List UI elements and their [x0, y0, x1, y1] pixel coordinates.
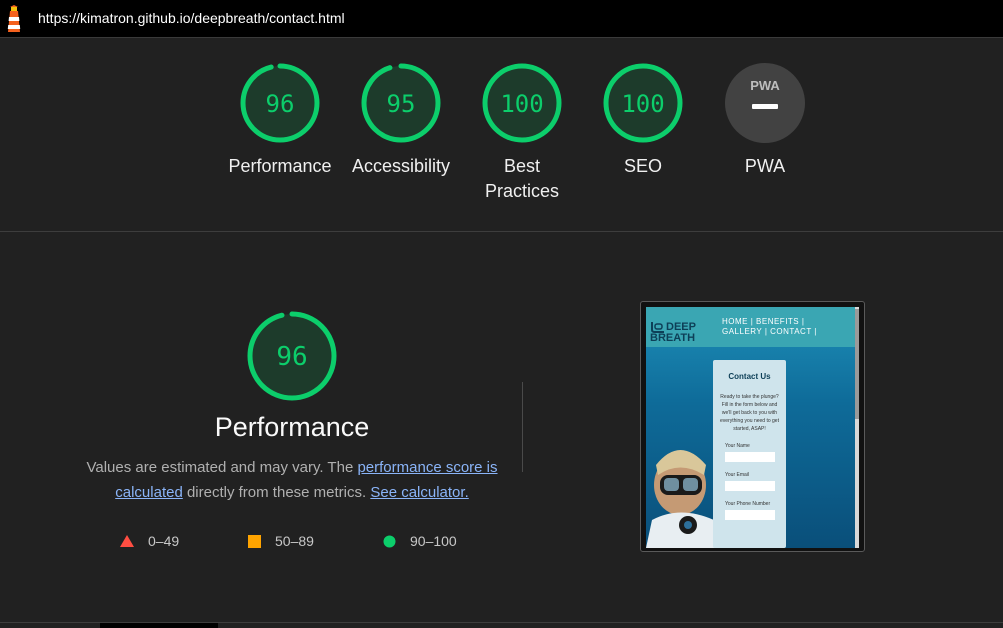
gauge-ring-4: PWA	[725, 63, 805, 143]
performance-description: Values are estimated and may vary. The p…	[80, 455, 504, 505]
screenshot-preview: DEEP BREATH HOME | BENEFITS | GALLERY | …	[646, 307, 859, 548]
legend-pass-range: 90–100	[410, 533, 457, 549]
gauge-ring-1: 95	[361, 63, 441, 143]
gauge-1[interactable]: 95 Accessibility	[346, 62, 456, 179]
gauge-2[interactable]: 100 Best Practices	[467, 62, 577, 204]
final-screenshot[interactable]: DEEP BREATH HOME | BENEFITS | GALLERY | …	[640, 301, 865, 552]
preview-field-name-input	[725, 452, 775, 462]
gauge-label-line: SEO	[623, 156, 662, 176]
performance-title: Performance	[214, 412, 370, 442]
pwa-badge-text: PWA	[750, 78, 780, 93]
gauge-4[interactable]: PWA PWA	[710, 62, 820, 179]
preview-card-title: Contact Us	[728, 372, 771, 381]
performance-gauge[interactable]: 96	[246, 310, 338, 402]
gauge-label-0: Performance	[225, 154, 335, 179]
lighthouse-icon	[7, 5, 21, 32]
preview-contact-card: Contact Us Ready to take the plunge? Fil…	[713, 360, 786, 548]
preview-field-phone-label: Your Phone Number	[725, 501, 771, 507]
performance-summary: 96 Performance Values are estimated and …	[80, 310, 504, 505]
desc-text-1: Values are estimated and may vary. The	[86, 459, 358, 476]
gauge-score-0: 96	[266, 90, 295, 118]
legend-pass: 90–100	[383, 533, 457, 549]
gauge-label-line: Performance	[228, 156, 332, 176]
gauge-label-line: Practices	[484, 181, 560, 201]
preview-field-phone-input	[725, 510, 775, 520]
gauge-score-3: 100	[621, 90, 664, 118]
preview-scrollbar	[855, 307, 859, 548]
preview-field-name-label: Your Name	[725, 443, 750, 449]
gauge-label-line: PWA	[744, 156, 786, 176]
gauge-score-2: 100	[500, 90, 543, 118]
preview-field-email-input	[725, 481, 775, 491]
gauge-ring-2: 100	[482, 63, 562, 143]
gauge-label-3: SEO	[588, 154, 698, 179]
category-gauges: 96 Performance 95 Accessibility 100 Best Pract…	[0, 62, 1003, 212]
preview-header: DEEP BREATH HOME | BENEFITS | GALLERY | …	[646, 307, 859, 347]
gauge-label-4: PWA	[710, 154, 820, 179]
gauge-ring-0: 96	[240, 63, 320, 143]
url-bar: https://kimatron.github.io/deepbreath/co…	[0, 0, 1003, 38]
vertical-divider	[522, 382, 523, 472]
legend-fail-range: 0–49	[148, 533, 180, 549]
score-legend: 0–49 50–89 90–100	[120, 533, 480, 553]
fail-triangle-icon	[120, 535, 134, 547]
gauge-label-line: Best	[503, 156, 541, 176]
gauge-label-line: Accessibility	[351, 156, 451, 176]
gauge-label-2: Best Practices	[467, 154, 577, 204]
preview-card-text: Ready to take the plunge? Fill in the fo…	[720, 394, 779, 432]
preview-scroll-thumb	[855, 309, 859, 419]
legend-fail: 0–49	[120, 533, 179, 549]
see-calculator-link[interactable]: See calculator.	[370, 484, 468, 501]
section-divider	[0, 231, 1003, 232]
preview-nav-line2: GALLERY | CONTACT |	[722, 327, 817, 336]
preview-nav-line1: HOME | BENEFITS |	[722, 317, 805, 326]
gauge-score-1: 95	[387, 90, 416, 118]
bottom-tab-indicator	[100, 623, 218, 628]
preview-brand: DEEP BREATH	[650, 321, 696, 344]
preview-brand-line2: BREATH	[650, 332, 696, 344]
pass-circle-icon	[383, 535, 396, 547]
report-url[interactable]: https://kimatron.github.io/deepbreath/co…	[38, 10, 345, 26]
gauge-label-1: Accessibility	[346, 154, 456, 179]
desc-text-2: directly from these metrics.	[182, 484, 371, 501]
gauge-ring-3: 100	[603, 63, 683, 143]
preview-nav: HOME | BENEFITS | GALLERY | CONTACT |	[722, 317, 817, 337]
average-square-icon	[248, 534, 261, 548]
pwa-dash-icon	[752, 104, 778, 109]
performance-score: 96	[276, 342, 307, 372]
preview-field-email-label: Your Email	[725, 472, 749, 478]
gauge-3[interactable]: 100 SEO	[588, 62, 698, 179]
legend-average-range: 50–89	[275, 533, 314, 549]
gauge-0[interactable]: 96 Performance	[225, 62, 335, 179]
legend-average: 50–89	[248, 533, 314, 549]
